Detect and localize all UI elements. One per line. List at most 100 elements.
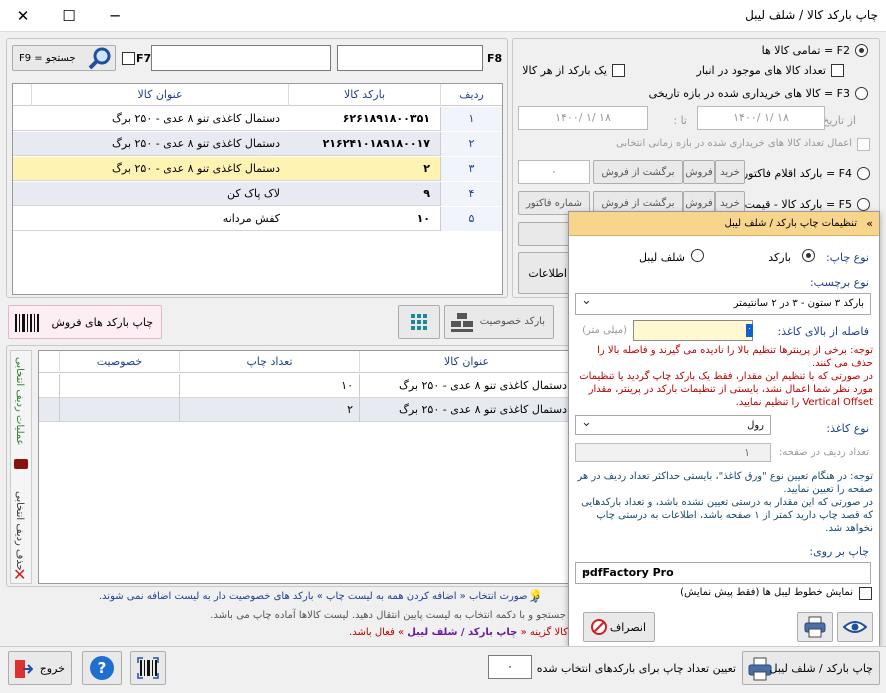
f7-checkbox[interactable]: [122, 52, 135, 65]
col-barcode[interactable]: بارکد کالا: [288, 84, 440, 106]
close-button[interactable]: ✕: [0, 0, 46, 32]
cell-barcode: ۲: [423, 162, 430, 175]
cell-title: دستمال کاغذی تنو ۸ عدی - ۲۵۰ برگ: [112, 137, 280, 150]
paper-type-dropdown[interactable]: رول: [575, 413, 771, 435]
exit-button[interactable]: خروج: [8, 651, 72, 685]
top-margin-unit: (میلی متر): [582, 325, 627, 336]
print-list-row[interactable]: ۲ دستمال کاغذی تنو ۸ عدی - ۲۵۰ برگ: [39, 398, 573, 422]
f7-label: F7: [136, 52, 152, 65]
print-type-label: نوع چاپ:: [825, 251, 869, 264]
selected-row-ops-label: عملیات ردیف انتخابی: [14, 357, 25, 446]
col-row[interactable]: ردیف: [440, 84, 502, 106]
feature-barcode-button[interactable]: بارکد خصوصیت: [444, 305, 554, 339]
hint-line-3: کالا گزینه « چاپ بارکد / شلف لیبل » فعال…: [290, 627, 568, 638]
cell-row-number: ۲: [440, 132, 502, 156]
f4-radio[interactable]: [857, 167, 870, 180]
from-date-input[interactable]: ۱۴۰۰/ ۱/ ۱۸: [697, 106, 825, 130]
print-count-input[interactable]: ۰: [488, 655, 532, 679]
search-button-label: F9 = جستجو: [19, 52, 76, 64]
help-icon: ?: [90, 656, 114, 680]
printer-dropdown[interactable]: pdfFactory Pro: [575, 560, 871, 584]
table-row[interactable]: دستمال کاغذی تنو ۸ عدی - ۲۵۰ برگ ۶۲۶۱۸۹۱۸…: [13, 107, 502, 131]
f4-invoice-input[interactable]: ۰: [518, 160, 590, 184]
search-button[interactable]: F9 = جستجو: [12, 45, 116, 71]
exit-label: خروج: [39, 662, 65, 675]
top-margin-note: توجه: برخی از پرینترها تنظیم بالا را ناد…: [577, 344, 873, 409]
f4-buy-button[interactable]: خرید: [715, 160, 745, 184]
table-row[interactable]: دستمال کاغذی تنو ۸ عدی - ۲۵۰ برگ ۲۱۶۲۴۱۰۱…: [13, 132, 502, 156]
stock-count-checkbox[interactable]: [831, 64, 844, 77]
print-list-row[interactable]: ۱۰ دستمال کاغذی تنو ۸ عدی - ۲۵۰ برگ: [39, 374, 573, 398]
exit-icon: [15, 660, 33, 678]
barcode-icon: [15, 314, 39, 332]
col-title[interactable]: عنوان کالا: [31, 84, 288, 106]
show-lines-checkbox[interactable]: [859, 587, 872, 600]
search-input-f8[interactable]: [337, 45, 483, 71]
f2-label: F2 = تمامی کالا ها: [761, 44, 850, 57]
col-product-title[interactable]: عنوان کالا: [359, 351, 573, 373]
f5-radio[interactable]: [857, 198, 870, 211]
barcode-scan-button[interactable]: [130, 651, 166, 685]
to-date-input[interactable]: ۱۴۰۰/ ۱/ ۱۸: [518, 106, 648, 130]
preview-button[interactable]: [837, 612, 873, 642]
help-button[interactable]: ?: [82, 651, 122, 685]
f8-label: F8: [487, 52, 503, 65]
settings-header-chevron[interactable]: »: [866, 217, 873, 230]
label-type-dropdown[interactable]: بارکد ۳ ستون - ۳ در ۲ سانتیمتر: [575, 291, 871, 315]
print-barcode-button[interactable]: چاپ بارکد / شلف لیبل: [742, 651, 880, 685]
minimize-button[interactable]: ─: [92, 0, 138, 32]
to-date-value: ۱۴۰۰/ ۱/ ۱۸: [555, 111, 611, 124]
delete-x-icon[interactable]: ✕: [13, 565, 26, 584]
print-preview-button[interactable]: [797, 612, 833, 642]
barcode-radio[interactable]: [802, 249, 815, 262]
search-input-f7[interactable]: [151, 45, 331, 71]
window-title: چاپ بارکد کالا / شلف لیبل: [745, 8, 878, 22]
grid-view-button[interactable]: [398, 305, 440, 339]
f4-invoice-value: ۰: [551, 165, 557, 178]
f2-radio[interactable]: [855, 44, 868, 57]
label-type-label: نوع برچسب:: [809, 276, 869, 289]
cell-barcode: ۶۲۶۱۸۹۱۸۰۰۳۵۱: [342, 112, 430, 125]
top-margin-value: ۰: [746, 324, 753, 337]
cell-row-number: ۵: [440, 207, 502, 231]
rows-per-page-input[interactable]: ۱: [575, 443, 771, 462]
table-row[interactable]: کفش مردانه ۱۰ ۵: [13, 207, 502, 231]
cell-print-count: ۲: [179, 398, 359, 422]
grid-header: عنوان کالا بارکد کالا ردیف: [13, 84, 502, 106]
hint3-b: چاپ بارکد / شلف لیبل: [407, 627, 518, 638]
table-row[interactable]: لاک پاک کن ۹ ۴: [13, 182, 502, 206]
from-date-value: ۱۴۰۰/ ۱/ ۱۸: [733, 111, 789, 124]
col-print-count[interactable]: تعداد چاپ: [179, 351, 359, 373]
note2-text: توجه: در هنگام تعیین نوع "ورق کاغذ"، بای…: [577, 471, 873, 495]
note2b-text: در صورتی که این مقدار به درستی تعیین نشد…: [581, 497, 873, 534]
print-sales-label: چاپ بارکد های فروش: [51, 316, 153, 329]
col-feature[interactable]: خصوصیت: [59, 351, 179, 373]
print-sales-barcode-button[interactable]: چاپ بارکد های فروش: [8, 305, 162, 339]
cell-row-number: ۱: [440, 107, 502, 131]
shelf-label-radio[interactable]: [691, 249, 704, 262]
print-list-grid: خصوصیت تعداد چاپ عنوان کالا ۱۰ دستمال کاغ…: [38, 350, 574, 584]
cell-title: لاک پاک کن: [227, 187, 280, 200]
table-row[interactable]: دستمال کاغذی تنو ۸ عدی - ۲۵۰ برگ ۲ ۳: [13, 157, 502, 181]
one-barcode-checkbox[interactable]: [612, 64, 625, 77]
paper-type-label: نوع کاغذ:: [826, 422, 869, 435]
ops-icon[interactable]: [14, 459, 28, 469]
info-button[interactable]: اطلاعات: [518, 252, 570, 294]
f4-return-button[interactable]: برگشت از فروش: [593, 160, 683, 184]
print-list-header: خصوصیت تعداد چاپ عنوان کالا: [39, 351, 573, 373]
top-margin-label: فاصله از بالای کاغذ:: [777, 325, 869, 338]
f3-radio[interactable]: [855, 87, 868, 100]
cell-barcode: ۱۰: [416, 212, 430, 225]
f3-label: F3 = کالا های خریداری شده در بازه تاریخی: [648, 87, 850, 100]
maximize-button[interactable]: ☐: [46, 0, 92, 32]
cell-row-number: ۴: [440, 182, 502, 206]
cancel-button[interactable]: انصراف: [583, 612, 655, 642]
barcode-option-label: بارکد: [768, 251, 791, 264]
f4-sale-button[interactable]: فروش: [683, 160, 715, 184]
top-margin-input[interactable]: ۰: [633, 320, 753, 341]
magnifier-icon: [88, 47, 111, 70]
apply-count-checkbox[interactable]: [857, 138, 870, 151]
settings-title: تنظیمات چاپ بارکد / شلف لیبل: [724, 218, 857, 229]
cell-feature: [59, 374, 179, 398]
printer-icon: [804, 616, 826, 638]
